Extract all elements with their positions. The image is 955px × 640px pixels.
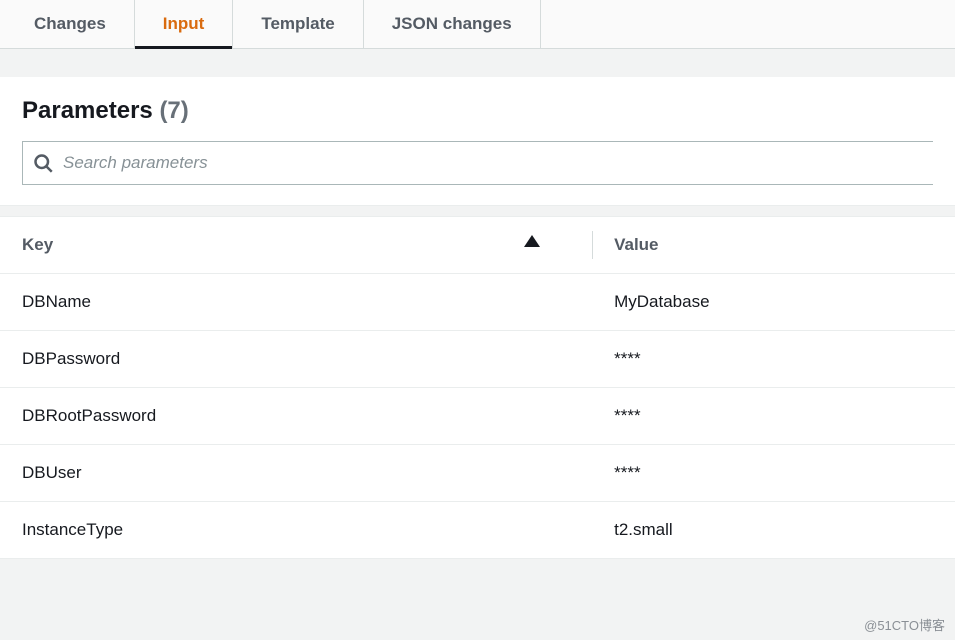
section-title-text: Parameters xyxy=(22,97,153,124)
cell-key: InstanceType xyxy=(0,502,592,559)
tab-input[interactable]: Input xyxy=(135,0,234,48)
search-icon xyxy=(33,153,53,173)
parameters-card: Parameters (7) xyxy=(0,77,955,205)
cell-value: MyDatabase xyxy=(592,274,955,331)
parameters-table: Key Value DBNameMyDatabaseDBPassword****… xyxy=(0,217,955,559)
search-box[interactable] xyxy=(22,141,933,185)
watermark: @51CTO博客 xyxy=(864,615,945,634)
cell-key: DBPassword xyxy=(0,331,592,388)
column-header-key-label: Key xyxy=(22,235,53,254)
cell-key: DBUser xyxy=(0,445,592,502)
cell-value: **** xyxy=(592,445,955,502)
column-header-value-label: Value xyxy=(614,235,658,254)
column-header-key[interactable]: Key xyxy=(0,217,592,274)
cell-value: **** xyxy=(592,388,955,445)
tab-template[interactable]: Template xyxy=(233,0,363,48)
cell-key: DBRootPassword xyxy=(0,388,592,445)
table-row[interactable]: DBPassword**** xyxy=(0,331,955,388)
tab-bar: Changes Input Template JSON changes xyxy=(0,0,955,49)
search-input[interactable] xyxy=(63,142,923,184)
section-divider xyxy=(0,205,955,217)
cell-key: DBName xyxy=(0,274,592,331)
column-header-value[interactable]: Value xyxy=(592,217,955,274)
tab-changes[interactable]: Changes xyxy=(6,0,135,48)
table-row[interactable]: DBUser**** xyxy=(0,445,955,502)
cell-value: t2.small xyxy=(592,502,955,559)
tab-json-changes[interactable]: JSON changes xyxy=(364,0,541,48)
section-count: (7) xyxy=(159,97,188,124)
table-row[interactable]: InstanceTypet2.small xyxy=(0,502,955,559)
table-row[interactable]: DBRootPassword**** xyxy=(0,388,955,445)
section-title: Parameters (7) xyxy=(22,97,933,125)
table-row[interactable]: DBNameMyDatabase xyxy=(0,274,955,331)
sort-asc-icon[interactable] xyxy=(524,235,540,247)
cell-value: **** xyxy=(592,331,955,388)
